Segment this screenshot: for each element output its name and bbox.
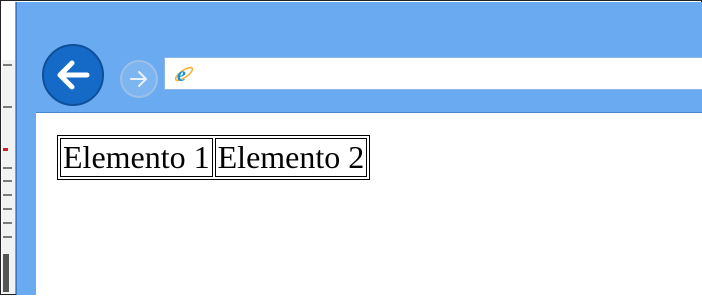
page-content: Elemento 1 Elemento 2 <box>36 112 702 297</box>
background-window-edge <box>2 2 16 294</box>
internet-explorer-icon: e <box>174 64 194 85</box>
forward-button[interactable] <box>120 60 158 98</box>
navigation-bar: e <box>17 42 702 108</box>
elements-table: Elemento 1 Elemento 2 <box>57 135 371 181</box>
table-cell-1: Elemento 1 <box>60 138 213 178</box>
screenshot-frame: e Elemento 1 Elemento 2 <box>0 0 702 297</box>
back-button[interactable] <box>42 44 104 106</box>
arrow-left-icon <box>57 60 90 90</box>
arrow-right-icon <box>130 71 147 87</box>
table-row: Elemento 1 Elemento 2 <box>60 138 368 178</box>
table-cell-2: Elemento 2 <box>214 138 368 178</box>
browser-window: e Elemento 1 Elemento 2 <box>16 2 702 297</box>
address-bar[interactable]: e <box>164 57 702 90</box>
svg-text:e: e <box>177 64 186 85</box>
